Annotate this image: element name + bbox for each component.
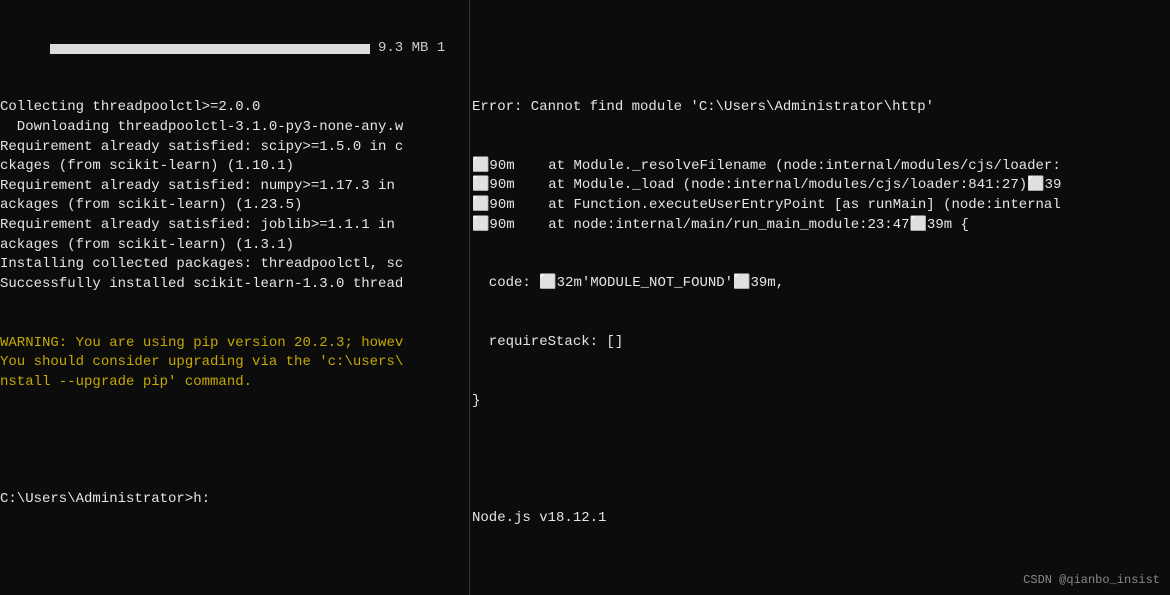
error-line: Error: Cannot find module 'C:\Users\Admi… [472, 98, 1170, 118]
closing-brace: } [472, 392, 1170, 412]
watermark: CSDN @qianbo_insist [1023, 572, 1160, 589]
warning-line: WARNING: You are using pip version 20.2.… [0, 334, 469, 354]
blank [0, 549, 469, 569]
pip-output: Collecting threadpoolctl>=2.0.0 Download… [0, 98, 469, 294]
progress-row: 9.3 MB 1 [0, 39, 469, 59]
left-terminal-pane[interactable]: 9.3 MB 1 Collecting threadpoolctl>=2.0.0… [0, 0, 470, 595]
code-line: code: ⬜32m'MODULE_NOT_FOUND'⬜39m, [472, 274, 1170, 294]
stack-line: ⬜90m at Function.executeUserEntryPoint [… [472, 196, 1170, 216]
progress-size: 9.3 MB [378, 39, 428, 59]
progress-bar [50, 44, 370, 54]
output-line: Successfully installed scikit-learn-1.3.… [0, 275, 469, 295]
pip-warning: WARNING: You are using pip version 20.2.… [0, 334, 469, 393]
stack-line: ⬜90m at Module._load (node:internal/modu… [472, 176, 1170, 196]
blank [472, 451, 1170, 471]
stack-line: ⬜90m at Module._resolveFilename (node:in… [472, 157, 1170, 177]
right-terminal-pane[interactable]: Error: Cannot find module 'C:\Users\Admi… [470, 0, 1170, 595]
output-line: Requirement already satisfied: numpy>=1.… [0, 177, 469, 197]
output-line: Downloading threadpoolctl-3.1.0-py3-none… [0, 118, 469, 138]
prompt-line-1: C:\Users\Administrator>h: [0, 490, 469, 510]
stack-trace: ⬜90m at Module._resolveFilename (node:in… [472, 157, 1170, 235]
blank [472, 39, 1170, 59]
node-version: Node.js v18.12.1 [472, 509, 1170, 529]
warning-line: You should consider upgrading via the 'c… [0, 353, 469, 373]
progress-suffix: 1 [428, 39, 445, 59]
output-line: ackages (from scikit-learn) (1.3.1) [0, 236, 469, 256]
output-line: Collecting threadpoolctl>=2.0.0 [0, 98, 469, 118]
output-line: Requirement already satisfied: scipy>=1.… [0, 138, 469, 158]
blank [0, 431, 469, 451]
output-line: ckages (from scikit-learn) (1.10.1) [0, 157, 469, 177]
output-line: Installing collected packages: threadpoo… [0, 255, 469, 275]
warning-line: nstall --upgrade pip' command. [0, 373, 469, 393]
require-stack: requireStack: [] [472, 333, 1170, 353]
output-line: ackages (from scikit-learn) (1.23.5) [0, 196, 469, 216]
output-line: Requirement already satisfied: joblib>=1… [0, 216, 469, 236]
stack-line: ⬜90m at node:internal/main/run_main_modu… [472, 216, 1170, 236]
